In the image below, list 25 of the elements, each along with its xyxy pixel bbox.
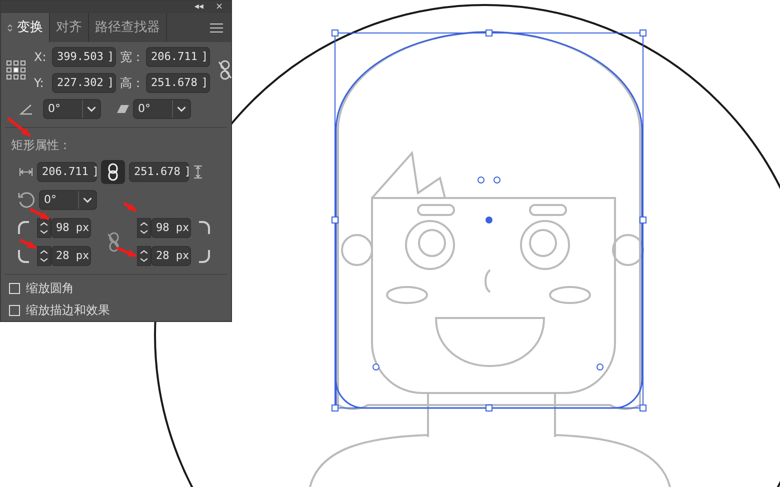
x-field[interactable]: 399.503 ] bbox=[52, 47, 116, 67]
panel-tab[interactable]: 变换 bbox=[1, 13, 50, 42]
corner-radius-field[interactable]: 28 px bbox=[51, 246, 91, 266]
rotate-dropdown[interactable]: 0° bbox=[43, 99, 101, 119]
height-label: 高： bbox=[120, 75, 142, 92]
collapse-button[interactable]: ◂◂ bbox=[194, 2, 204, 12]
rect-height-field[interactable]: 251.678 ] bbox=[129, 162, 189, 182]
y-label: Y: bbox=[34, 75, 45, 92]
x-label: X: bbox=[34, 49, 48, 66]
corner-radius-field[interactable]: 98 px bbox=[151, 218, 191, 238]
checkbox-label: 缩放圆角 bbox=[26, 280, 74, 297]
close-button[interactable]: × bbox=[215, 2, 223, 12]
corner-radius-field[interactable]: 28 px bbox=[151, 246, 191, 266]
checkbox-label: 缩放描边和效果 bbox=[26, 302, 110, 319]
panel-tab[interactable]: 对齐 bbox=[50, 13, 89, 42]
rect-width-field[interactable]: 206.711 ] bbox=[37, 162, 97, 182]
y-field[interactable]: 227.302 ] bbox=[52, 73, 116, 93]
rect-rotate-dropdown[interactable]: 0° bbox=[39, 190, 97, 210]
shear-dropdown[interactable]: 0° bbox=[133, 99, 191, 119]
section-title: 矩形属性： bbox=[11, 137, 71, 154]
width-field[interactable]: 206.711 ] bbox=[146, 47, 210, 67]
panel-tab[interactable]: 路径查找器 bbox=[89, 13, 167, 42]
height-field[interactable]: 251.678 ] bbox=[146, 73, 210, 93]
corner-radius-field[interactable]: 98 px bbox=[51, 218, 91, 238]
width-label: 宽： bbox=[120, 49, 142, 66]
